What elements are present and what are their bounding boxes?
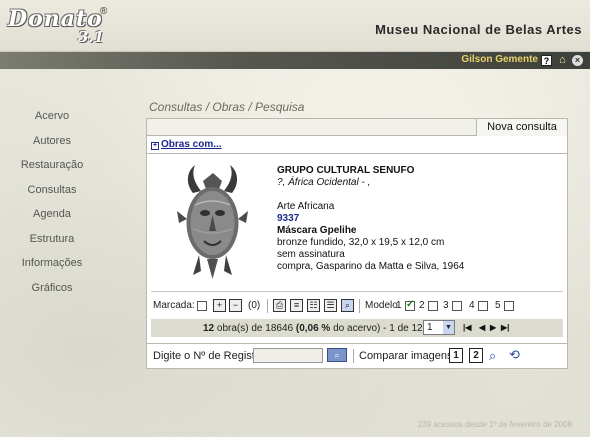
pagination-bar: 12 obra(s) de 18646 (0,06 % do acervo) -… (151, 319, 563, 337)
modelo-3-label: 3 (443, 300, 449, 311)
marked-count: (0) (248, 300, 261, 311)
print-icon[interactable]: ⎙ (273, 299, 286, 312)
record-details: GRUPO CULTURAL SENUFO ?, África Ocidenta… (277, 165, 464, 273)
logo-version: 3.1 (78, 28, 105, 46)
modelo-3-checkbox[interactable] (452, 301, 462, 311)
bottom-tools: Digite o Nº de Registro: ⌕ Comparar imag… (153, 347, 565, 366)
comparar-label: Comparar imagens: (359, 350, 456, 362)
obras-com-row: + Obras com... (147, 137, 567, 154)
modelo-4-checkbox[interactable] (478, 301, 488, 311)
sidebar-item-estrutura[interactable]: Estrutura (0, 231, 104, 256)
record-aquisicao: compra, Gasparino da Matta e Silva, 1964 (277, 261, 465, 272)
panel-top-bar: Nova consulta (147, 119, 567, 136)
app-header: Donato 3.1 ® Museu Nacional de Belas Art… (0, 0, 590, 52)
record-categoria: Arte Africana (277, 201, 335, 212)
compare-image-2-icon[interactable]: 2 (469, 348, 483, 363)
access-counter: 239 acessos desde 1º de fevereiro de 200… (417, 420, 572, 429)
last-page-icon[interactable]: ▶| (501, 323, 509, 332)
modelo-1-checkbox[interactable] (405, 299, 415, 311)
sidebar-item-acervo[interactable]: Acervo (0, 108, 104, 133)
list-icon[interactable]: ☰ (324, 299, 337, 312)
modelo-4-label: 4 (469, 300, 475, 311)
refresh-icon[interactable]: ⟲ (509, 347, 520, 363)
record-titulo: Máscara Gpelihe (277, 225, 357, 236)
user-bar: Gilson Gemente ? ⌂ × (0, 52, 590, 69)
divider (147, 343, 567, 344)
modelo-5-label: 5 (495, 300, 501, 311)
sidebar-item-autores[interactable]: Autores (0, 133, 104, 158)
document-icon[interactable]: ≡ (290, 299, 303, 312)
divider (151, 291, 563, 292)
marcada-label: Marcada: (153, 300, 195, 311)
museum-title: Museu Nacional de Belas Artes (375, 22, 582, 37)
nova-consulta-button[interactable]: Nova consulta (476, 119, 567, 136)
artwork-image[interactable] (173, 163, 252, 281)
mask-image-icon (177, 165, 248, 279)
close-icon[interactable]: × (572, 55, 583, 66)
modelo-label: Modelo (365, 300, 398, 311)
modelo-1-label: 1 (396, 300, 402, 311)
results-panel: Nova consulta + Obras com... GRUPO CULTU… (146, 118, 568, 369)
mark-add-icon[interactable]: + (213, 299, 226, 312)
compare-zoom-icon[interactable]: ⌕ (489, 348, 496, 364)
logo-registered-mark: ® (100, 6, 108, 17)
modelo-2-checkbox[interactable] (428, 301, 438, 311)
first-page-icon[interactable]: |◀ (463, 323, 471, 332)
mark-remove-icon[interactable]: − (229, 299, 242, 312)
record-grupo: GRUPO CULTURAL SENUFO (277, 165, 415, 176)
record-toolbar: Marcada: + − (0) ⎙ ≡ ☷ ☰ ⌕ Modelo 1 2 3 … (153, 299, 563, 315)
sidebar-nav: Acervo Autores Restauração Consultas Age… (0, 108, 104, 304)
user-name[interactable]: Gilson Gemente (461, 54, 538, 65)
toolbar-separator (267, 299, 268, 313)
toolbar-separator (353, 349, 354, 363)
breadcrumb: Consultas / Obras / Pesquisa (149, 100, 305, 114)
registro-input[interactable] (253, 348, 323, 363)
obras-com-link[interactable]: + Obras com... (151, 139, 222, 150)
modelo-5-checkbox[interactable] (504, 301, 514, 311)
modelo-2-label: 2 (419, 300, 425, 311)
marcada-checkbox[interactable] (197, 301, 207, 311)
record-material: bronze fundido, 32,0 x 19,5 x 12,0 cm (277, 237, 445, 248)
expand-icon: + (151, 142, 159, 150)
report-icon[interactable]: ☷ (307, 299, 320, 312)
chevron-down-icon: ▼ (443, 321, 454, 334)
sidebar-item-consultas[interactable]: Consultas (0, 182, 104, 207)
registro-label: Digite o Nº de Registro: (153, 350, 268, 362)
help-icon[interactable]: ? (541, 55, 552, 66)
donato-logo: Donato 3.1 ® (6, 2, 116, 50)
pagination-info: 12 obra(s) de 18646 (0,06 % do acervo) -… (203, 323, 423, 334)
record-assinatura: sem assinatura (277, 249, 345, 260)
search-button[interactable]: ⌕ (327, 348, 347, 362)
home-icon[interactable]: ⌂ (557, 55, 568, 66)
record-numero[interactable]: 9337 (277, 213, 464, 225)
zoom-icon[interactable]: ⌕ (341, 299, 354, 312)
sidebar-item-agenda[interactable]: Agenda (0, 206, 104, 231)
compare-image-1-icon[interactable]: 1 (449, 348, 463, 363)
sidebar-item-graficos[interactable]: Gráficos (0, 280, 104, 305)
record-local: ?, África Ocidental - , (277, 177, 371, 188)
next-page-icon[interactable]: ▶ (490, 323, 496, 332)
prev-page-icon[interactable]: ◀ (479, 323, 485, 332)
page-select[interactable]: 1 ▼ (423, 320, 455, 335)
toolbar-separator (359, 299, 360, 313)
sidebar-item-restauracao[interactable]: Restauração (0, 157, 104, 182)
obras-com-label: Obras com... (161, 139, 222, 150)
sidebar-item-informacoes[interactable]: Informações (0, 255, 104, 280)
